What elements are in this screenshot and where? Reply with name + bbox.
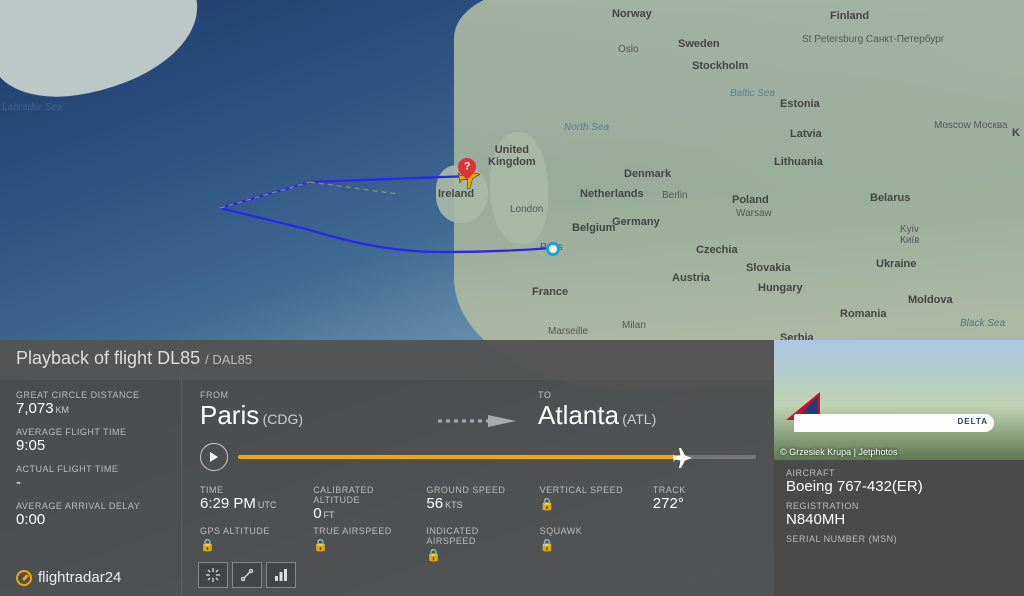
time-value: 6:29 PM	[200, 495, 256, 512]
photo-credit: © Grzesiek Krupa | Jetphotos	[780, 447, 898, 457]
acttime-value: -	[16, 474, 167, 491]
brand-logo[interactable]: flightradar24	[16, 569, 167, 586]
title-prefix: Playback of flight	[16, 348, 152, 368]
from-label: FROM	[200, 390, 418, 400]
view-buttons	[198, 562, 296, 588]
center-button[interactable]	[198, 562, 228, 588]
chart-button[interactable]	[266, 562, 296, 588]
time-unit: UTC	[258, 500, 277, 510]
title-flight: DL85	[157, 348, 200, 368]
gs-unit: KTS	[445, 500, 463, 510]
tas-label: TRUE AIRSPEED	[313, 526, 416, 536]
gcd-unit: KM	[56, 405, 70, 415]
lock-icon[interactable]: 🔒	[313, 538, 328, 552]
reg-label: REGISTRATION	[786, 501, 1012, 511]
aircraft-column: DELTA © Grzesiek Krupa | Jetphotos AIRCR…	[774, 340, 1024, 596]
progress-fill	[238, 455, 683, 459]
msn-label: SERIAL NUMBER (MSN)	[786, 534, 1012, 544]
from-code: (CDG)	[263, 411, 303, 427]
readouts-grid: TIME6:29 PMUTC CALIBRATED ALTITUDE0FT GR…	[200, 485, 756, 563]
trk-value: 272°	[653, 495, 756, 512]
progress-row	[200, 443, 756, 471]
acttime-label: ACTUAL FLIGHT TIME	[16, 464, 167, 474]
sqk-label: SQUAWK	[540, 526, 643, 536]
app-root: Labrador Sea North Sea Baltic Sea Black …	[0, 0, 1024, 596]
trk-label: TRACK	[653, 485, 756, 495]
lock-icon[interactable]: 🔒	[540, 538, 555, 552]
route-button[interactable]	[232, 562, 262, 588]
progress-plane-icon[interactable]	[672, 447, 694, 472]
avgtime-label: AVERAGE FLIGHT TIME	[16, 427, 167, 437]
panel-title: Playback of flight DL85 / DAL85	[0, 340, 774, 380]
play-button[interactable]	[200, 443, 228, 471]
origin-pin-icon[interactable]	[546, 242, 560, 256]
route-arrow-icon	[438, 414, 518, 431]
brand-text: flightradar24	[38, 569, 121, 586]
delay-label: AVERAGE ARRIVAL DELAY	[16, 501, 167, 511]
calalt-label: CALIBRATED ALTITUDE	[313, 485, 416, 505]
actype-label: AIRCRAFT	[786, 468, 1012, 478]
aircraft-photo[interactable]: DELTA © Grzesiek Krupa | Jetphotos	[774, 340, 1024, 460]
to-label: TO	[538, 390, 756, 400]
airline-text: DELTA	[958, 417, 988, 426]
progress-slider[interactable]	[238, 455, 756, 459]
vs-label: VERTICAL SPEED	[540, 485, 643, 495]
to-city: Atlanta	[538, 400, 619, 430]
gpsalt-label: GPS ALTITUDE	[200, 526, 303, 536]
avgtime-value: 9:05	[16, 437, 167, 454]
lock-icon[interactable]: 🔒	[540, 497, 555, 511]
calalt-unit: FT	[324, 510, 335, 520]
title-callsign: / DAL85	[205, 352, 252, 367]
gcd-label: GREAT CIRCLE DISTANCE	[16, 390, 167, 400]
ias-label: INDICATED AIRSPEED	[426, 526, 529, 546]
time-label: TIME	[200, 485, 303, 495]
reg-value: N840MH	[786, 511, 1012, 528]
gcd-value: 7,073	[16, 400, 54, 417]
route-row: FROM Paris (CDG) TO Atlanta (ATL)	[200, 390, 756, 431]
gs-label: GROUND SPEED	[426, 485, 529, 495]
gs-value: 56	[426, 495, 443, 512]
lock-icon[interactable]: 🔒	[426, 548, 441, 562]
to-code: (ATL)	[622, 411, 656, 427]
details-panel: × Playback of flight DL85 / DAL85 GREAT …	[0, 340, 1024, 596]
delay-value: 0:00	[16, 511, 167, 528]
calalt-value: 0	[313, 505, 321, 522]
actype-value: Boeing 767-432(ER)	[786, 478, 1012, 495]
lock-icon[interactable]: 🔒	[200, 538, 215, 552]
from-city: Paris	[200, 400, 259, 430]
brand-icon	[16, 570, 32, 586]
